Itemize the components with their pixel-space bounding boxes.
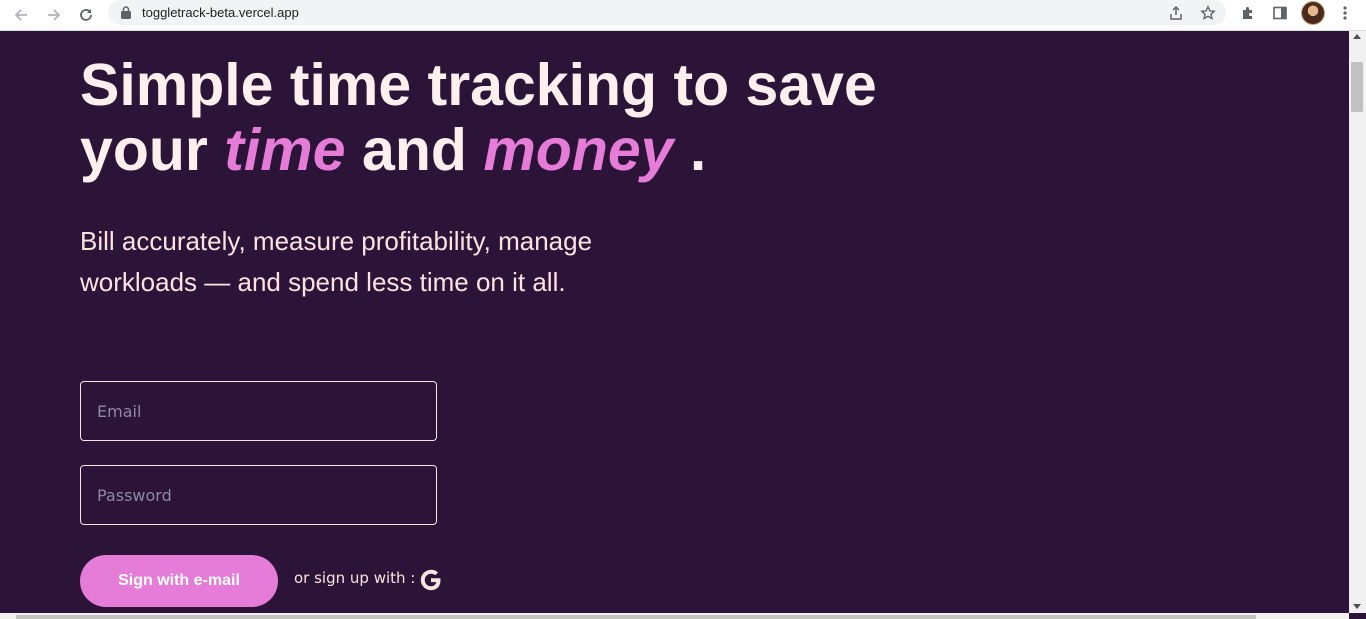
vertical-scrollbar[interactable] bbox=[1349, 31, 1366, 613]
hero-title-money: money bbox=[483, 117, 674, 183]
sign-with-email-button[interactable]: Sign with e-mail bbox=[80, 555, 278, 607]
horizontal-scroll-thumb[interactable] bbox=[16, 615, 1256, 619]
url-text: toggletrack-beta.vercel.app bbox=[142, 5, 299, 20]
hero-title: Simple time tracking to save your time a… bbox=[80, 53, 940, 183]
hero-title-period: . bbox=[689, 117, 707, 183]
alt-signup-text: or sign up with : bbox=[294, 569, 416, 587]
google-icon[interactable] bbox=[419, 568, 443, 592]
back-arrow-icon[interactable] bbox=[9, 3, 33, 27]
bookmark-star-icon[interactable] bbox=[1198, 3, 1218, 23]
scroll-up-arrow-icon[interactable] bbox=[1353, 34, 1361, 39]
hero-subtitle: Bill accurately, measure profitability, … bbox=[80, 226, 593, 297]
hero-title-time: time bbox=[224, 117, 346, 183]
landing-page: Simple time tracking to save your time a… bbox=[0, 31, 1349, 613]
horizontal-scrollbar[interactable] bbox=[0, 613, 1349, 619]
hero-title-line1: Simple time tracking to save bbox=[80, 52, 877, 118]
side-panel-icon[interactable] bbox=[1269, 2, 1291, 24]
scroll-down-arrow-icon[interactable] bbox=[1353, 604, 1361, 609]
email-field[interactable] bbox=[80, 381, 437, 441]
hero-title-and: and bbox=[362, 117, 467, 183]
profile-avatar[interactable] bbox=[1301, 1, 1325, 25]
hero-title-your: your bbox=[80, 117, 208, 183]
vertical-scroll-thumb[interactable] bbox=[1351, 62, 1363, 112]
browser-toolbar: toggletrack-beta.vercel.app bbox=[0, 0, 1366, 31]
lock-icon bbox=[121, 6, 131, 19]
password-field[interactable] bbox=[80, 465, 437, 525]
address-bar[interactable]: toggletrack-beta.vercel.app bbox=[108, 0, 1226, 25]
reload-icon[interactable] bbox=[74, 3, 98, 27]
forward-arrow-icon[interactable] bbox=[42, 3, 66, 27]
extensions-puzzle-icon[interactable] bbox=[1237, 2, 1259, 24]
share-icon[interactable] bbox=[1166, 3, 1186, 23]
kebab-menu-icon[interactable] bbox=[1334, 2, 1356, 24]
